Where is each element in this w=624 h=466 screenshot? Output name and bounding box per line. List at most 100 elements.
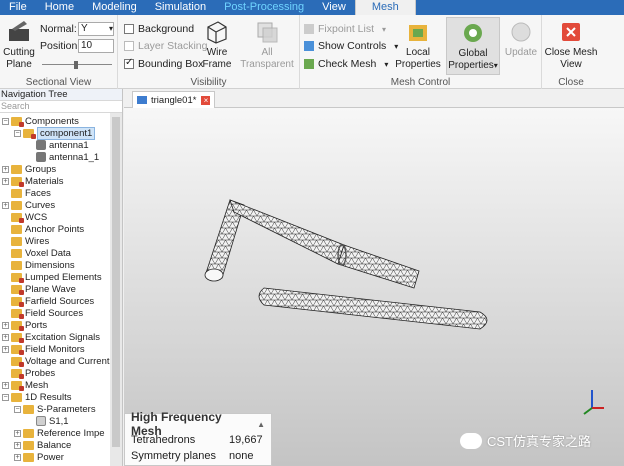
tab-triangle01[interactable]: triangle01* × bbox=[132, 91, 216, 108]
tree-item-wires[interactable]: Wires bbox=[11, 235, 49, 247]
3d-viewport[interactable]: High Frequency Mesh ▲ Tetrahedrons 19,667 … bbox=[124, 108, 624, 466]
cutting-plane-button[interactable]: Cutting Plane bbox=[2, 19, 36, 71]
tree-item-antenna1-1[interactable]: antenna1_1 bbox=[36, 151, 99, 163]
menu-home[interactable]: Home bbox=[36, 0, 83, 15]
expand-icon[interactable]: + bbox=[2, 333, 9, 341]
antenna1-1-mesh[interactable] bbox=[258, 287, 488, 330]
expand-icon[interactable]: + bbox=[2, 381, 9, 389]
tree-item-s-parameters[interactable]: − S-Parameters bbox=[14, 403, 96, 415]
normal-select[interactable]: Y ▾ bbox=[78, 22, 114, 36]
menu-post-processing[interactable]: Post-Processing bbox=[215, 0, 313, 15]
tree-item-components[interactable]: − Components bbox=[2, 115, 79, 127]
position-slider[interactable] bbox=[42, 61, 112, 69]
close-icon bbox=[558, 19, 584, 45]
position-value: 10 bbox=[81, 40, 93, 51]
tree-item-lumped-elements[interactable]: Lumped Elements bbox=[11, 271, 102, 283]
collapse-icon[interactable]: − bbox=[2, 393, 9, 401]
check-mesh-icon bbox=[304, 59, 314, 69]
tree-item-label: Farfield Sources bbox=[25, 295, 95, 307]
tree-item-excitation-signals[interactable]: + Excitation Signals bbox=[2, 331, 100, 343]
normal-label: Normal: bbox=[40, 23, 77, 35]
menu-view[interactable]: View bbox=[313, 0, 355, 15]
folder-icon bbox=[11, 176, 24, 187]
layer-stacking-checkbox[interactable]: Layer Stacking bbox=[124, 38, 207, 54]
tree-item-field-sources[interactable]: Field Sources bbox=[11, 307, 83, 319]
tree-item-faces[interactable]: Faces bbox=[11, 187, 51, 199]
position-input[interactable]: 10 bbox=[78, 39, 114, 53]
tree-item-antenna1[interactable]: antenna1 bbox=[36, 139, 89, 151]
expand-icon[interactable]: + bbox=[14, 429, 21, 437]
collapse-icon[interactable]: − bbox=[14, 129, 21, 137]
show-controls-icon bbox=[304, 41, 314, 51]
global-properties-button[interactable]: Global Properties▾ bbox=[446, 17, 500, 75]
expand-icon[interactable]: + bbox=[2, 201, 9, 209]
menu-simulation[interactable]: Simulation bbox=[146, 0, 215, 15]
tree-item-anchor-points[interactable]: Anchor Points bbox=[11, 223, 84, 235]
tree-item-reference-impedance[interactable]: + Reference Impe bbox=[14, 427, 105, 439]
collapse-icon[interactable]: − bbox=[14, 405, 21, 413]
tree-item-curves[interactable]: + Curves bbox=[2, 199, 55, 211]
tree-item-probes[interactable]: Probes bbox=[11, 367, 55, 379]
layer-stacking-checkbox-box[interactable] bbox=[124, 41, 134, 51]
tree-item-voxel-data[interactable]: Voxel Data bbox=[11, 247, 71, 259]
all-transparent-icon bbox=[254, 19, 280, 45]
global-properties-dropdown-icon[interactable]: ▾ bbox=[494, 61, 498, 70]
fixpoint-list-dropdown-icon[interactable]: ▾ bbox=[382, 25, 386, 34]
tree-item-s11[interactable]: S1,1 bbox=[36, 415, 69, 427]
slider-thumb[interactable] bbox=[74, 61, 78, 69]
check-mesh-dropdown-icon[interactable]: ▾ bbox=[384, 60, 388, 69]
all-transparent-label: All Transparent bbox=[240, 47, 294, 70]
folder-icon bbox=[11, 392, 22, 402]
tree-item-component1[interactable]: − component1 bbox=[14, 126, 96, 140]
group-close: Close Mesh View Close bbox=[542, 15, 600, 89]
tree-item-ports[interactable]: + Ports bbox=[2, 319, 47, 331]
wechat-icon bbox=[460, 432, 482, 449]
expand-icon[interactable]: + bbox=[2, 165, 9, 173]
menu-mesh[interactable]: Mesh bbox=[354, 0, 416, 15]
expand-icon[interactable]: + bbox=[14, 453, 21, 461]
info-key: Symmetry planes bbox=[131, 450, 216, 462]
tree-item-power[interactable]: + Power bbox=[14, 451, 64, 463]
tree-item-field-monitors[interactable]: + Field Monitors bbox=[2, 343, 85, 355]
background-checkbox-box[interactable] bbox=[124, 24, 134, 34]
tree-item-label: Lumped Elements bbox=[25, 271, 102, 283]
tree-item-dimensions[interactable]: Dimensions bbox=[11, 259, 75, 271]
show-controls-button[interactable]: Show Controls ▾ bbox=[304, 38, 398, 54]
tree-item-mesh[interactable]: + Mesh bbox=[2, 379, 48, 391]
tree-item-wcs[interactable]: WCS bbox=[11, 211, 47, 223]
scrollbar-thumb[interactable] bbox=[112, 117, 120, 447]
tree-item-1d-results[interactable]: − 1D Results bbox=[2, 391, 71, 403]
tree-item-plane-wave[interactable]: Plane Wave bbox=[11, 283, 76, 295]
folder-icon bbox=[11, 188, 22, 198]
all-transparent-button[interactable]: All Transparent bbox=[236, 19, 298, 71]
navigation-search-input[interactable]: Search bbox=[0, 101, 122, 113]
tree-scrollbar[interactable] bbox=[110, 113, 122, 466]
wire-frame-button[interactable]: Wire Frame bbox=[200, 19, 234, 71]
tree-item-label: Field Monitors bbox=[25, 343, 85, 355]
bounding-box-checkbox-box[interactable] bbox=[124, 57, 134, 69]
normal-value: Y bbox=[81, 23, 88, 34]
tree-item-groups[interactable]: + Groups bbox=[2, 163, 56, 175]
background-checkbox[interactable]: Background bbox=[124, 21, 194, 37]
close-tab-icon[interactable]: × bbox=[201, 95, 211, 105]
tree-item-farfield-sources[interactable]: Farfield Sources bbox=[11, 295, 94, 307]
collapse-arrow-icon[interactable]: ▲ bbox=[257, 420, 265, 429]
tree-item-balance[interactable]: + Balance bbox=[14, 439, 71, 451]
tree-item-voltage-and-current[interactable]: Voltage and Current bbox=[11, 355, 110, 367]
expand-icon[interactable]: + bbox=[2, 177, 9, 185]
menu-modeling[interactable]: Modeling bbox=[83, 0, 146, 15]
bounding-box-checkbox[interactable]: Bounding Box bbox=[124, 56, 203, 72]
menu-file[interactable]: File bbox=[0, 0, 36, 15]
tree-item-label: antenna1_1 bbox=[49, 151, 100, 163]
expand-icon[interactable]: + bbox=[14, 441, 21, 449]
collapse-icon[interactable]: − bbox=[2, 117, 9, 125]
expand-icon[interactable]: + bbox=[2, 345, 9, 353]
antenna1-mesh[interactable] bbox=[204, 199, 420, 289]
check-mesh-button[interactable]: Check Mesh ▾ bbox=[304, 56, 388, 72]
update-button[interactable]: Update bbox=[502, 19, 540, 59]
local-properties-button[interactable]: Local Properties bbox=[392, 19, 444, 71]
tree-item-materials[interactable]: + Materials bbox=[2, 175, 64, 187]
fixpoint-list-button[interactable]: Fixpoint List ▾ bbox=[304, 21, 386, 37]
expand-icon[interactable]: + bbox=[2, 321, 9, 329]
close-mesh-view-button[interactable]: Close Mesh View bbox=[544, 19, 598, 71]
